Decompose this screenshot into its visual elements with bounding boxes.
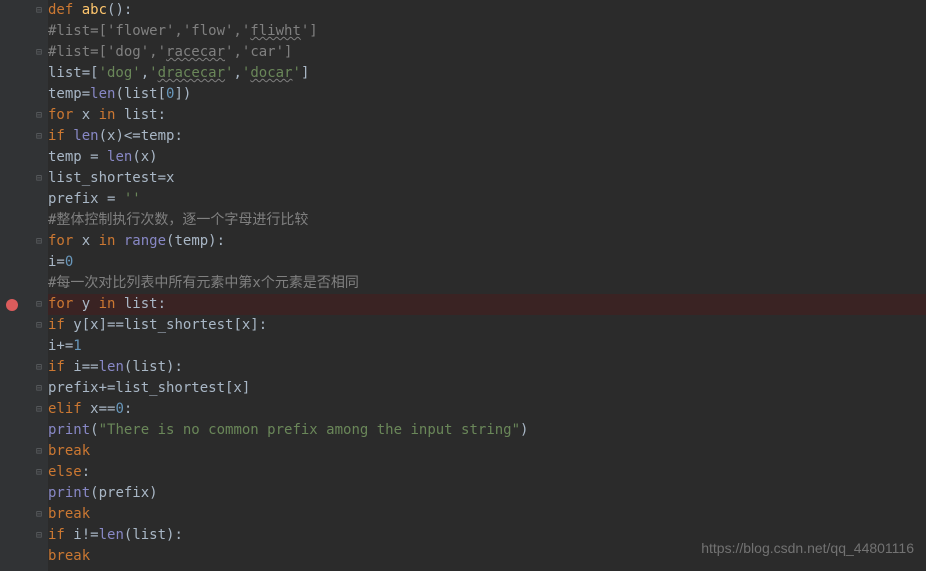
watermark: https://blog.csdn.net/qq_44801116 <box>701 538 914 559</box>
code-line[interactable]: #list=['dog','racecar','car'] <box>48 42 926 63</box>
code-line[interactable]: #list=['flower','flow','fliwht'] <box>48 21 926 42</box>
fold-icon[interactable]: ⊟ <box>34 468 44 478</box>
code-line[interactable]: break <box>48 441 926 462</box>
fold-icon[interactable]: ⊟ <box>34 531 44 541</box>
code-line-breakpoint[interactable]: for y in list: <box>48 294 926 315</box>
code-line[interactable]: break <box>48 504 926 525</box>
fold-icon[interactable]: ⊟ <box>34 300 44 310</box>
code-line[interactable]: if i==len(list): <box>48 357 926 378</box>
fold-icon[interactable]: ⊟ <box>34 132 44 142</box>
code-area[interactable]: def abc(): #list=['flower','flow','fliwh… <box>48 0 926 571</box>
fold-icon[interactable]: ⊟ <box>34 363 44 373</box>
code-line[interactable]: if y[x]==list_shortest[x]: <box>48 315 926 336</box>
fold-icon[interactable]: ⊟ <box>34 6 44 16</box>
breakpoint-icon[interactable] <box>6 299 18 311</box>
fold-icon[interactable]: ⊟ <box>34 510 44 520</box>
gutter: ⊟ ⊟ ⊟ ⊟ ⊟ ⊟ ⊟ ⊟ ⊟ ⊟ ⊟ ⊟ ⊟ ⊟ ⊟ <box>0 0 48 571</box>
code-line[interactable]: print("There is no common prefix among t… <box>48 420 926 441</box>
code-line[interactable]: #每一次对比列表中所有元素中第x个元素是否相同 <box>48 273 926 294</box>
fold-icon[interactable]: ⊟ <box>34 384 44 394</box>
code-line[interactable]: list_shortest=x <box>48 168 926 189</box>
code-line[interactable]: print(prefix) <box>48 483 926 504</box>
code-line[interactable]: for x in range(temp): <box>48 231 926 252</box>
fold-icon[interactable]: ⊟ <box>34 237 44 247</box>
fold-icon[interactable]: ⊟ <box>34 111 44 121</box>
code-line[interactable]: for x in list: <box>48 105 926 126</box>
code-line[interactable]: def abc(): <box>48 0 926 21</box>
code-line[interactable]: temp = len(x) <box>48 147 926 168</box>
code-line[interactable]: prefix = '' <box>48 189 926 210</box>
code-line[interactable]: else: <box>48 462 926 483</box>
code-line[interactable]: prefix+=list_shortest[x] <box>48 378 926 399</box>
code-line[interactable]: i+=1 <box>48 336 926 357</box>
code-line[interactable]: i=0 <box>48 252 926 273</box>
fold-icon[interactable]: ⊟ <box>34 174 44 184</box>
fold-icon[interactable]: ⊟ <box>34 447 44 457</box>
fold-icon[interactable]: ⊟ <box>34 405 44 415</box>
code-line[interactable]: temp=len(list[0]) <box>48 84 926 105</box>
fold-icon[interactable]: ⊟ <box>34 48 44 58</box>
code-line[interactable]: elif x==0: <box>48 399 926 420</box>
code-line[interactable]: #整体控制执行次数，逐一个字母进行比较 <box>48 210 926 231</box>
code-line[interactable]: if len(x)<=temp: <box>48 126 926 147</box>
code-line[interactable]: list=['dog','dracecar','docar'] <box>48 63 926 84</box>
fold-icon[interactable]: ⊟ <box>34 321 44 331</box>
code-editor[interactable]: ⊟ ⊟ ⊟ ⊟ ⊟ ⊟ ⊟ ⊟ ⊟ ⊟ ⊟ ⊟ ⊟ ⊟ ⊟ def abc():… <box>0 0 926 571</box>
